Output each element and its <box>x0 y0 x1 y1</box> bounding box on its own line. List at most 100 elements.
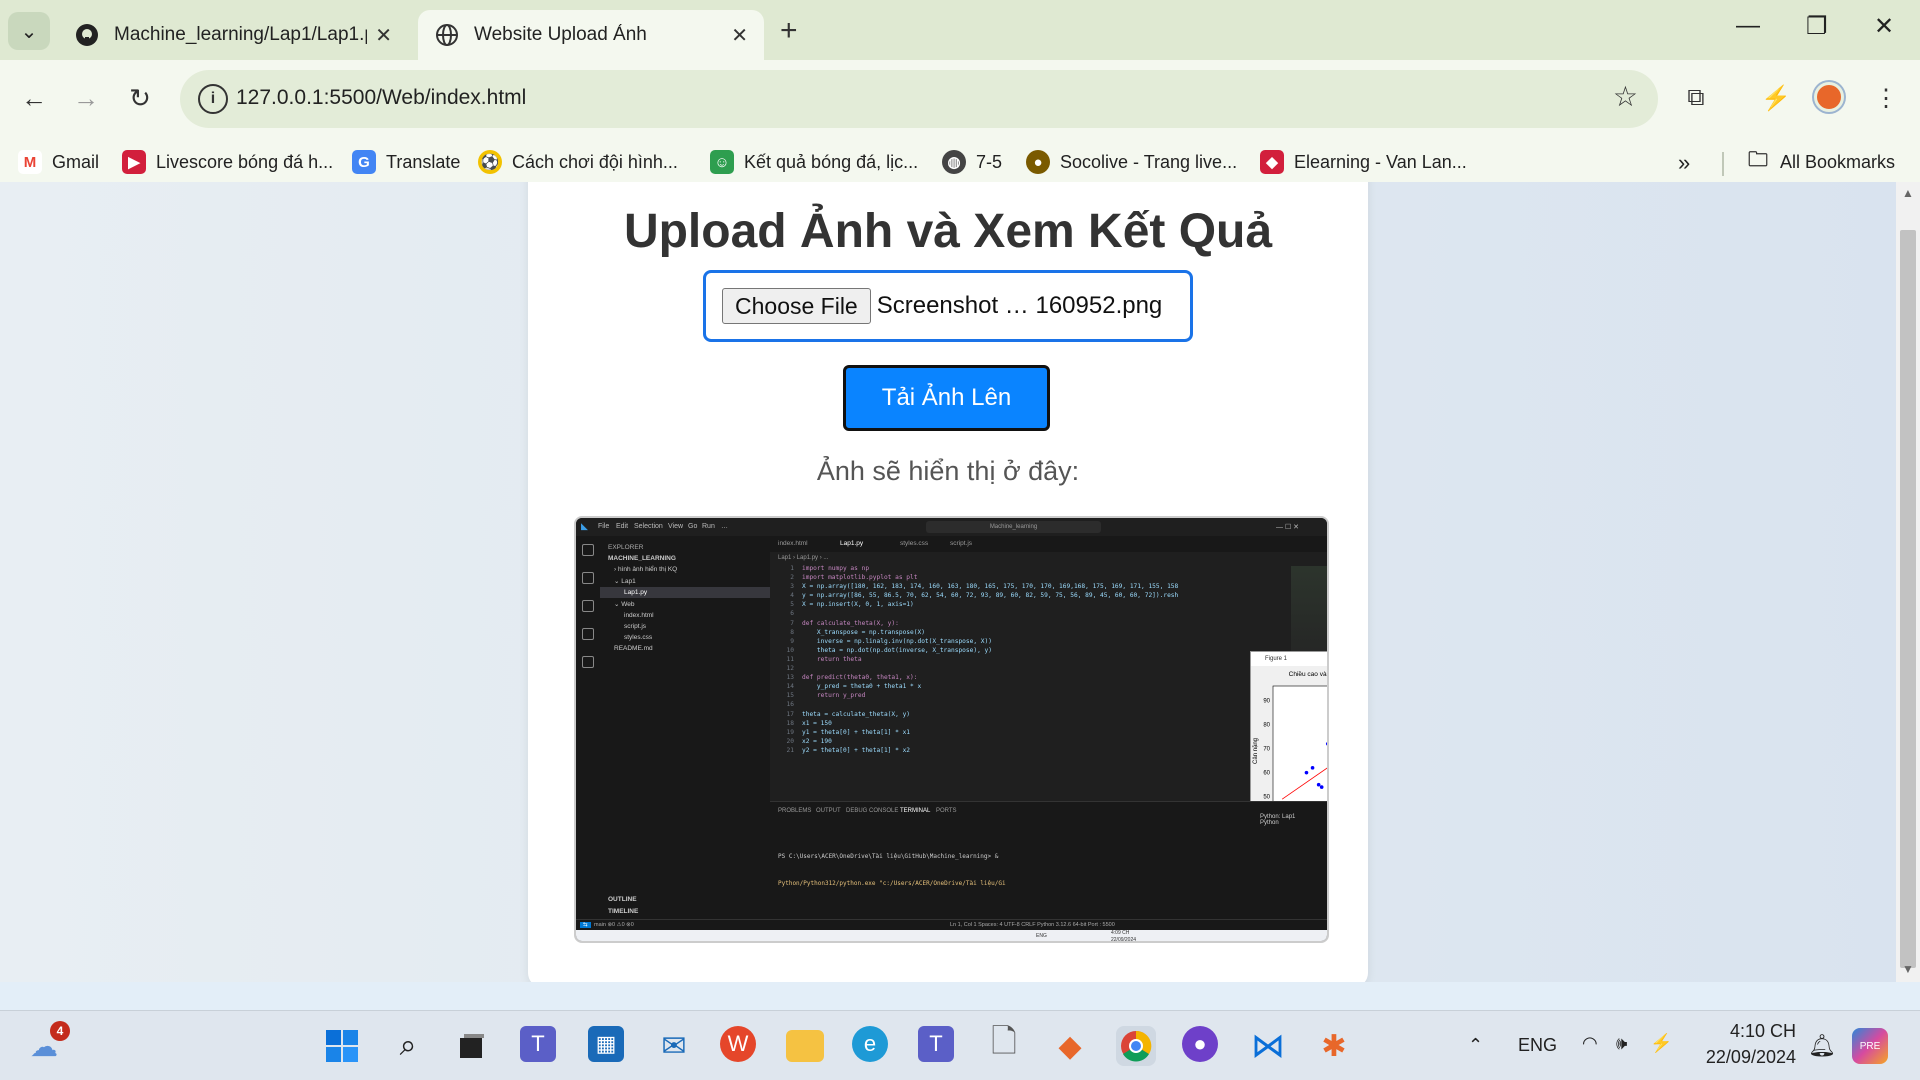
explorer-item: Lap1.py <box>600 587 770 598</box>
copilot-icon[interactable]: PRE <box>1852 1028 1888 1064</box>
notepad-icon[interactable]: 🗋 <box>984 1023 1024 1066</box>
page-title: Upload Ảnh và Xem Kết Quả <box>623 205 1273 258</box>
code-line: 19 y1 = theta[0] + theta[1] * x1 <box>786 728 911 736</box>
performance-icon[interactable]: ⚡ <box>1756 78 1796 118</box>
tab-upload[interactable]: Website Upload Ảnh ✕ <box>418 10 764 60</box>
close-icon[interactable]: ✕ <box>375 23 392 48</box>
preview-label: Ảnh sẽ hiển thị ở đây: <box>816 456 1080 486</box>
extensions-icon <box>582 656 594 668</box>
bookmark-ket-qua[interactable]: ☺ Kết quả bóng đá, lịc... <box>710 150 918 174</box>
close-icon[interactable]: ✕ <box>731 23 748 48</box>
menu-icon[interactable]: ⋮ <box>1866 78 1906 118</box>
more-bookmarks-icon[interactable]: » <box>1678 150 1690 176</box>
code-line: 2 import matplotlib.pyplot as plt <box>790 574 918 582</box>
site-info-icon[interactable]: i <box>198 84 228 114</box>
plot-area <box>1272 685 1327 817</box>
teams-work-icon[interactable]: T <box>918 1026 954 1062</box>
all-bookmarks-button[interactable]: 🗀 All Bookmarks <box>1746 149 1895 174</box>
panel-tab: PROBLEMS <box>778 808 812 814</box>
chrome-icon[interactable] <box>1116 1026 1156 1066</box>
file-explorer-icon[interactable] <box>786 1030 824 1062</box>
upload-button[interactable]: Tải Ảnh Lên <box>843 365 1050 431</box>
file-input[interactable]: Choose File Screenshot … 160952.png <box>703 270 1193 342</box>
forward-icon[interactable]: → <box>66 78 106 118</box>
windows-taskbar: ☁ 4 ⌕ T ▦ ✉ W e T 🗋 ◆ ● ⋈ ✱ ⌃ ENG ◠ 🕪 ⚡ … <box>0 1010 1920 1080</box>
reload-icon[interactable]: ↻ <box>120 78 160 118</box>
clock-date[interactable]: 22/09/2024 <box>1702 1047 1796 1068</box>
wps-icon[interactable]: W <box>720 1026 756 1062</box>
preview-lang: ENG <box>1036 933 1047 939</box>
extensions-icon[interactable]: ⧉ <box>1676 78 1716 118</box>
start-icon[interactable] <box>322 1026 362 1066</box>
page-viewport: Upload Ảnh và Xem Kết Quả Choose File Sc… <box>0 182 1896 982</box>
vscode-logo-icon: ◣ <box>581 521 588 531</box>
tab-github[interactable]: Machine_learning/Lap1/Lap1.py ✕ <box>58 10 408 60</box>
new-tab-icon[interactable]: + <box>780 14 798 48</box>
weather-badge: 4 <box>50 1021 70 1041</box>
github-desktop-icon[interactable]: ● <box>1182 1026 1218 1062</box>
store-icon[interactable]: ▦ <box>588 1026 624 1062</box>
bookmark-socolive[interactable]: ● Socolive - Trang live... <box>1026 150 1237 174</box>
minimize-icon[interactable]: — <box>1736 12 1760 40</box>
status-left: main ⊗0 ⚠0 ⊗0 <box>594 922 634 928</box>
restore-icon[interactable]: ❐ <box>1806 12 1828 41</box>
vscode-icon[interactable]: ⋈ <box>1248 1026 1288 1066</box>
vscode-explorer: EXPLORER MACHINE_LEARNING › hình ảnh hiể… <box>600 536 770 919</box>
socolive-icon: ● <box>1026 150 1050 174</box>
menu-item: Run <box>702 523 715 530</box>
menu-item: Edit <box>616 523 629 530</box>
explorer-item: ⌄ Web <box>614 601 635 608</box>
show-hidden-icons[interactable]: ⌃ <box>1468 1035 1483 1056</box>
address-bar[interactable]: i 127.0.0.1:5500/Web/index.html ☆ <box>180 70 1658 128</box>
snipping-icon[interactable]: ✱ <box>1314 1026 1354 1066</box>
task-view-icon[interactable] <box>452 1026 492 1066</box>
terminal-output: PS C:\Users\ACER\OneDrive\Tài liệu\GitHu… <box>778 834 1006 906</box>
page-scrollbar[interactable]: ▲ ▼ <box>1896 182 1920 982</box>
bookmark-label: 7-5 <box>976 151 1003 172</box>
y-tick-label: 90 <box>1263 698 1270 704</box>
choose-file-button[interactable]: Choose File <box>722 288 871 324</box>
bookmark-elearning[interactable]: ◆ Elearning - Van Lan... <box>1260 150 1467 174</box>
scrollbar-thumb[interactable] <box>1900 230 1916 968</box>
profile-avatar[interactable] <box>1814 82 1844 112</box>
score-icon: ☺ <box>710 150 734 174</box>
mail-icon[interactable]: ✉ <box>654 1026 694 1066</box>
scroll-down-icon[interactable]: ▼ <box>1902 962 1914 976</box>
bookmark-doi-hinh[interactable]: ⚽ Cách chơi đội hình... <box>478 150 678 174</box>
url-text[interactable]: 127.0.0.1:5500/Web/index.html <box>236 86 526 110</box>
scroll-up-icon[interactable]: ▲ <box>1902 186 1914 200</box>
terminal-list: Python: Lap1 Python <box>1260 814 1295 826</box>
data-point <box>1319 785 1324 789</box>
battery-icon[interactable]: ⚡ <box>1650 1033 1672 1054</box>
bookmark-gmail[interactable]: M Gmail <box>18 150 99 174</box>
bookmark-star-icon[interactable]: ☆ <box>1613 80 1638 113</box>
edge-icon[interactable]: e <box>852 1026 888 1062</box>
clock-time[interactable]: 4:10 CH <box>1702 1021 1796 1042</box>
wifi-icon[interactable]: ◠ <box>1582 1033 1598 1054</box>
code-line: 3X = np.array([180, 162, 183, 174, 160, … <box>790 583 1179 591</box>
teams-icon[interactable]: T <box>520 1026 556 1062</box>
panel-tab: PORTS <box>936 808 957 814</box>
bookmark-translate[interactable]: G Translate <box>352 150 460 174</box>
back-icon[interactable]: ← <box>14 78 54 118</box>
menu-item: Go <box>688 523 698 530</box>
bookmark-label: Translate <box>386 151 461 172</box>
bookmark-7-5[interactable]: ◍ 7-5 <box>942 150 1002 174</box>
menu-item: Selection <box>634 523 663 530</box>
vscode-activity-bar <box>576 536 600 919</box>
editor-tabs: index.html Lap1.py styles.css script.js <box>770 536 1327 552</box>
y-tick-label: 80 <box>1263 723 1270 729</box>
outline-section: OUTLINE <box>608 896 637 903</box>
figure-title-bar: Figure 1 — ☐ ✕ <box>1251 652 1327 666</box>
bookmark-livescore[interactable]: ▶ Livescore bóng đá h... <box>122 150 333 174</box>
tab-search-button[interactable]: ⌄ <box>8 12 50 50</box>
search-icon[interactable]: ⌕ <box>388 1026 428 1066</box>
volume-icon[interactable]: 🕪 <box>1616 1033 1627 1054</box>
notification-bell-icon[interactable]: 🔔︎ <box>1808 1033 1836 1059</box>
tab-title: Machine_learning/Lap1/Lap1.py <box>114 24 368 45</box>
language-indicator[interactable]: ENG <box>1518 1035 1557 1056</box>
close-window-icon[interactable]: ✕ <box>1874 12 1894 41</box>
status-right: Ln 1, Col 1 Spaces: 4 UTF-8 CRLF Python … <box>950 922 1115 928</box>
git-icon[interactable]: ◆ <box>1050 1026 1090 1066</box>
panel-tab: OUTPUT <box>816 808 841 814</box>
